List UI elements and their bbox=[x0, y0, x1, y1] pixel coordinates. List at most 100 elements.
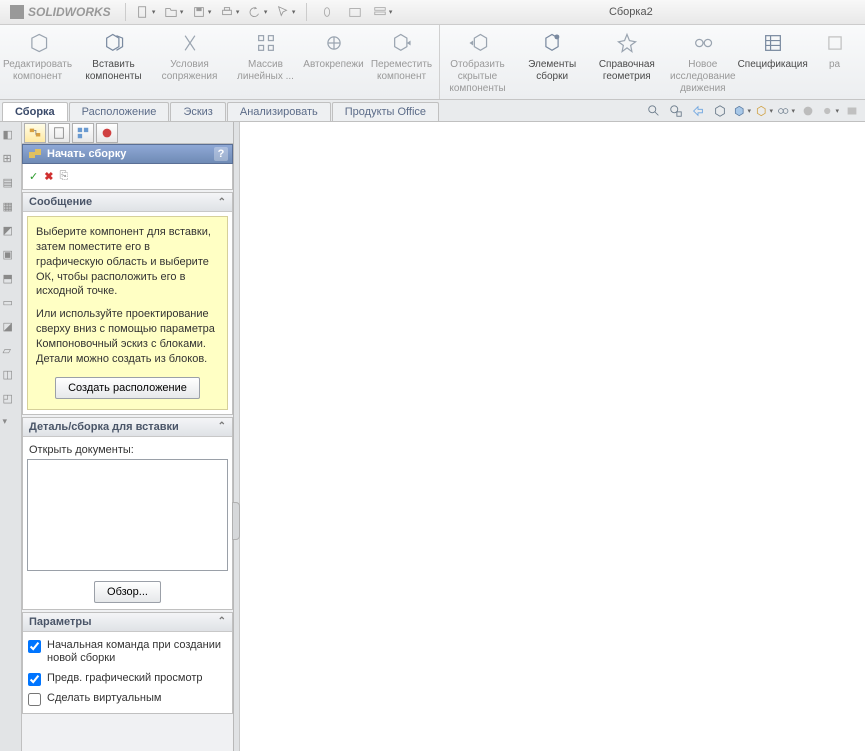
ribbon-item-8[interactable]: Справочная геометрия bbox=[589, 25, 665, 99]
options-icon[interactable] bbox=[345, 4, 365, 20]
tool-icon-2[interactable]: ⊞ bbox=[3, 152, 19, 168]
group-message: Сообщение ⌃ Выберите компонент для встав… bbox=[22, 192, 233, 415]
separator bbox=[125, 3, 126, 21]
panel-tab-feature-tree[interactable] bbox=[24, 123, 46, 143]
tool-icon-9[interactable]: ◪ bbox=[3, 320, 19, 336]
ribbon-icon-7 bbox=[540, 31, 564, 55]
panel-tab-config[interactable] bbox=[72, 123, 94, 143]
group-header-insert[interactable]: Деталь/сборка для вставки ⌃ bbox=[23, 418, 232, 437]
tool-icon-3[interactable]: ▤ bbox=[3, 176, 19, 192]
ribbon-item-9[interactable]: Новое исследование движения bbox=[665, 25, 741, 99]
render-icon[interactable]: ▾ bbox=[821, 102, 839, 120]
group-header-message[interactable]: Сообщение ⌃ bbox=[23, 193, 232, 212]
tool-icon-8[interactable]: ▭ bbox=[3, 296, 19, 312]
tool-icon-6[interactable]: ▣ bbox=[3, 248, 19, 264]
create-layout-button[interactable]: Создать расположение bbox=[55, 377, 200, 399]
separator bbox=[306, 3, 307, 21]
ribbon-item-4[interactable]: Автокрепежи bbox=[304, 25, 364, 99]
chevron-up-icon: ⌃ bbox=[218, 421, 226, 432]
message-box: Выберите компонент для вставки, затем по… bbox=[27, 216, 228, 410]
display-style-icon[interactable]: ▾ bbox=[733, 102, 751, 120]
section-view-icon[interactable] bbox=[711, 102, 729, 120]
panel-tab-property[interactable] bbox=[48, 123, 70, 143]
scene-icon[interactable] bbox=[799, 102, 817, 120]
new-file-icon[interactable]: ▾ bbox=[136, 4, 156, 20]
chk-label: Сделать виртуальным bbox=[47, 692, 161, 706]
chk-row-preview[interactable]: Предв. графический просмотр bbox=[27, 669, 228, 689]
ribbon-icon-8 bbox=[615, 31, 639, 55]
ok-button[interactable]: ✓ bbox=[29, 170, 38, 183]
ribbon-item-7[interactable]: Элементы сборки bbox=[516, 25, 589, 99]
undo-icon[interactable]: ▾ bbox=[248, 4, 268, 20]
pin-button[interactable]: ⎘ bbox=[59, 170, 68, 183]
final-icon[interactable] bbox=[843, 102, 861, 120]
panel-splitter[interactable] bbox=[234, 122, 240, 751]
ribbon-label: Вставить компоненты bbox=[80, 59, 147, 83]
tab-bar: СборкаРасположениеЭскизАнализироватьПрод… bbox=[0, 100, 865, 122]
chk-row-virtual[interactable]: Сделать виртуальным bbox=[27, 689, 228, 709]
help-button[interactable]: ? bbox=[214, 147, 228, 161]
tool-overflow[interactable]: ▾ bbox=[3, 416, 19, 432]
tool-icon-1[interactable]: ◧ bbox=[3, 128, 19, 144]
message-p1: Выберите компонент для вставки, затем по… bbox=[36, 225, 219, 299]
browse-button[interactable]: Обзор... bbox=[94, 581, 161, 603]
appearance-icon[interactable]: ▾ bbox=[777, 102, 795, 120]
tool-icon-11[interactable]: ◫ bbox=[3, 368, 19, 384]
tool-icon-10[interactable]: ▱ bbox=[3, 344, 19, 360]
ribbon-label: Справочная геометрия bbox=[593, 59, 660, 83]
graphics-canvas[interactable] bbox=[240, 122, 865, 751]
tool-icon-12[interactable]: ◰ bbox=[3, 392, 19, 408]
group-header-params[interactable]: Параметры ⌃ bbox=[23, 613, 232, 632]
group-params: Параметры ⌃ Начальная команда при создан… bbox=[22, 612, 233, 715]
ribbon-item-0[interactable]: Редактировать компонент bbox=[0, 25, 76, 99]
ribbon-icon-10 bbox=[761, 31, 785, 55]
ribbon-icon-5 bbox=[390, 31, 414, 55]
ribbon-icon-9 bbox=[691, 31, 715, 55]
ribbon-item-5[interactable]: Переместить компонент bbox=[364, 25, 440, 99]
zoom-area-icon[interactable] bbox=[667, 102, 685, 120]
chk-row-start-command[interactable]: Начальная команда при создании новой сбо… bbox=[27, 636, 228, 670]
splitter-handle-icon[interactable] bbox=[232, 502, 240, 540]
ribbon-label: Элементы сборки bbox=[520, 59, 584, 83]
save-icon[interactable]: ▾ bbox=[192, 4, 212, 20]
tool-icon-7[interactable]: ⬒ bbox=[3, 272, 19, 288]
tool-icon-4[interactable]: ▦ bbox=[3, 200, 19, 216]
rebuild-icon[interactable] bbox=[317, 4, 337, 20]
ribbon-icon-4 bbox=[322, 31, 346, 55]
ribbon-item-10[interactable]: Спецификация bbox=[741, 25, 805, 99]
ribbon-item-1[interactable]: Вставить компоненты bbox=[76, 25, 152, 99]
ribbon-icon-11 bbox=[823, 31, 847, 55]
ribbon-item-11[interactable]: ра bbox=[805, 25, 865, 99]
tab-4[interactable]: Продукты Office bbox=[332, 102, 439, 121]
open-documents-list[interactable] bbox=[27, 459, 228, 571]
select-icon[interactable]: ▾ bbox=[276, 4, 296, 20]
cancel-button[interactable]: ✖ bbox=[44, 170, 53, 183]
ribbon-item-3[interactable]: Массив линейных ... bbox=[228, 25, 304, 99]
panel-tab-appearance[interactable] bbox=[96, 123, 118, 143]
ribbon: Редактировать компонент Вставить компонен… bbox=[0, 25, 865, 100]
ribbon-label: Переместить компонент bbox=[368, 59, 435, 83]
view-toolbar: ▾ ▾ ▾ ▾ bbox=[645, 100, 861, 122]
chk-label: Начальная команда при создании новой сбо… bbox=[47, 639, 227, 667]
open-docs-label: Открыть документы: bbox=[27, 441, 228, 459]
chevron-up-icon: ⌃ bbox=[218, 616, 226, 627]
previous-view-icon[interactable] bbox=[689, 102, 707, 120]
zoom-fit-icon[interactable] bbox=[645, 102, 663, 120]
print-icon[interactable]: ▾ bbox=[220, 4, 240, 20]
chk-virtual[interactable] bbox=[28, 693, 41, 706]
chk-preview[interactable] bbox=[28, 673, 41, 686]
ribbon-label: Редактировать компонент bbox=[3, 59, 72, 83]
chk-start-command[interactable] bbox=[28, 640, 41, 653]
tab-1[interactable]: Расположение bbox=[69, 102, 170, 121]
ribbon-icon-3 bbox=[254, 31, 278, 55]
ribbon-item-2[interactable]: Условия сопряжения bbox=[152, 25, 228, 99]
ribbon-icon-2 bbox=[178, 31, 202, 55]
ribbon-item-6[interactable]: Отобразить скрытые компоненты bbox=[440, 25, 516, 99]
tab-2[interactable]: Эскиз bbox=[170, 102, 225, 121]
tab-0[interactable]: Сборка bbox=[2, 102, 68, 121]
more-icon[interactable]: ▾ bbox=[373, 4, 393, 20]
tab-3[interactable]: Анализировать bbox=[227, 102, 331, 121]
hide-show-icon[interactable]: ▾ bbox=[755, 102, 773, 120]
open-file-icon[interactable]: ▾ bbox=[164, 4, 184, 20]
tool-icon-5[interactable]: ◩ bbox=[3, 224, 19, 240]
